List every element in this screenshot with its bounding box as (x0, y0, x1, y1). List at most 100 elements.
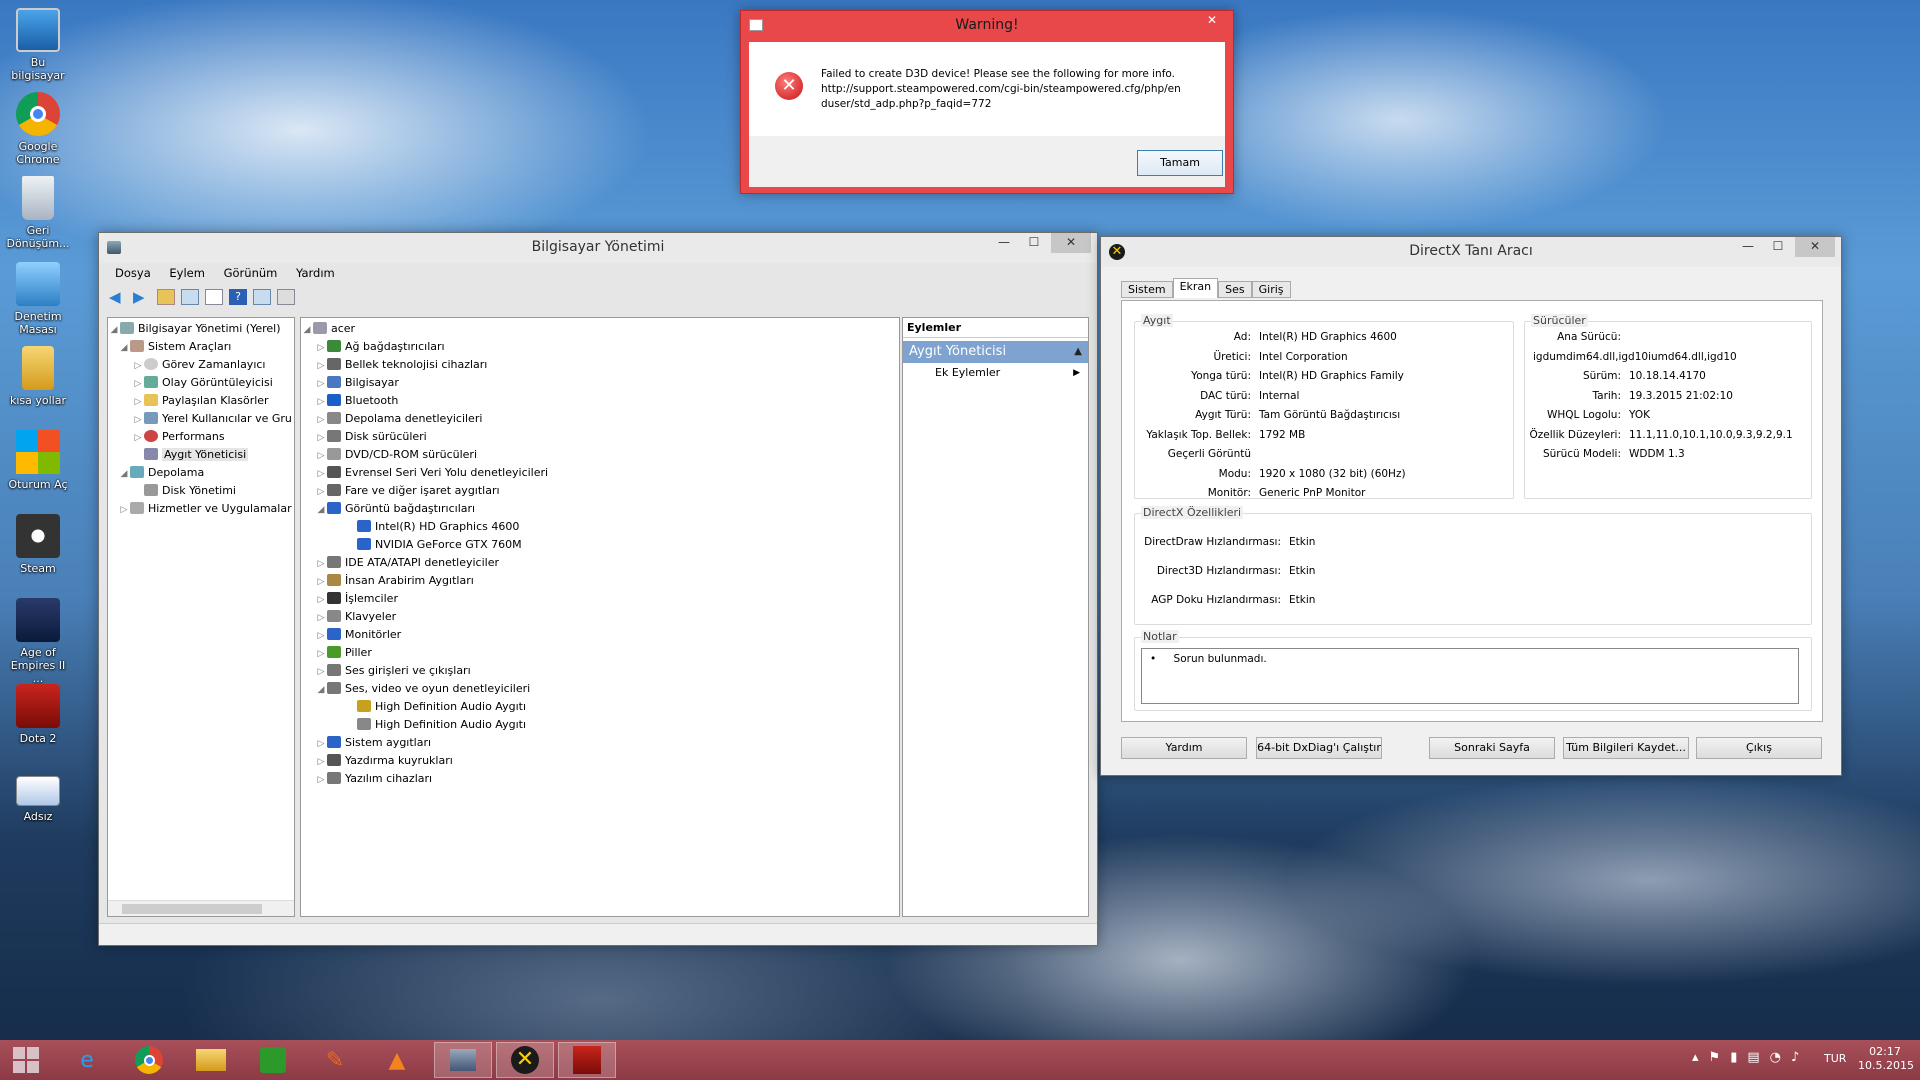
tree-item-storage[interactable]: ◢ Depolama (108, 464, 294, 482)
close-button[interactable]: ✕ (1197, 11, 1227, 31)
notes-box[interactable]: • Sorun bulunmadı. (1141, 648, 1799, 704)
tree-item-services[interactable]: ▷ Hizmetler ve Uygulamalar (108, 500, 294, 518)
network-icon[interactable]: ▤ (1747, 1050, 1759, 1065)
clock[interactable]: 02:17 10.5.2015 (1858, 1045, 1914, 1073)
device-tree-item[interactable]: ▷ Bilgisayar (301, 374, 899, 392)
back-arrow-icon[interactable]: ◀ (109, 289, 127, 305)
expand-arrow-icon[interactable]: ▷ (315, 753, 327, 771)
expand-arrow-icon[interactable]: ▷ (315, 447, 327, 465)
menu-action[interactable]: Eylem (169, 266, 205, 280)
next-page-button[interactable]: Sonraki Sayfa (1429, 737, 1555, 759)
forward-arrow-icon[interactable]: ▶ (133, 289, 151, 305)
expand-arrow-icon[interactable]: ▷ (315, 573, 327, 591)
expand-arrow-icon[interactable]: ▷ (315, 609, 327, 627)
device-tree-item[interactable]: ▷ Ses girişleri ve çıkışları (301, 662, 899, 680)
expand-arrow-icon[interactable]: ▷ (315, 735, 327, 753)
desktop-icon-steam[interactable]: Steam (4, 514, 72, 575)
device-tree-item[interactable]: ▷ Yazdırma kuyrukları (301, 752, 899, 770)
device-tree-item[interactable]: ▷ DVD/CD-ROM sürücüleri (301, 446, 899, 464)
device-tree-item[interactable]: ▷ Evrensel Seri Veri Yolu denetleyicileri (301, 464, 899, 482)
device-tree-item[interactable]: ▷ Disk sürücüleri (301, 428, 899, 446)
volume-icon[interactable]: ♪ (1791, 1050, 1799, 1065)
expand-arrow-icon[interactable]: ▷ (315, 429, 327, 447)
device-tree-item[interactable]: Intel(R) HD Graphics 4600 (301, 518, 899, 536)
expand-arrow-icon[interactable]: ▷ (315, 663, 327, 681)
tree-item-shared-folders[interactable]: ▷ Paylaşılan Klasörler (108, 392, 294, 410)
paint-icon[interactable]: ✎ (312, 1042, 358, 1078)
expand-arrow-icon[interactable]: ▷ (315, 357, 327, 375)
device-tree-item[interactable]: ▷ Depolama denetleyicileri (301, 410, 899, 428)
actions-section-device-manager[interactable]: Aygıt Yöneticisi ▲ (903, 341, 1088, 363)
tree-item-device-manager[interactable]: Aygıt Yöneticisi (108, 446, 294, 464)
device-tree-item[interactable]: ▷ Yazılım cihazları (301, 770, 899, 788)
tab-input[interactable]: Giriş (1251, 281, 1291, 298)
device-tree-item[interactable]: ◢ Ses, video ve oyun denetleyicileri (301, 680, 899, 698)
tree-item-local-users[interactable]: ▷ Yerel Kullanıcılar ve Gru (108, 410, 294, 428)
battery-icon[interactable]: ▮ (1730, 1050, 1737, 1065)
minimize-button[interactable]: — (989, 233, 1019, 253)
dota2-task[interactable] (558, 1042, 616, 1078)
action-pane-icon[interactable] (253, 289, 271, 305)
desktop-icon-recycle-bin[interactable]: Geri Dönüşüm... (4, 176, 72, 250)
expand-arrow-icon[interactable]: ▷ (315, 483, 327, 501)
close-button[interactable]: ✕ (1795, 237, 1835, 257)
up-folder-icon[interactable] (157, 289, 175, 305)
expand-arrow-icon[interactable]: ▷ (315, 627, 327, 645)
desktop-icon-untitled[interactable]: Adsız (4, 768, 72, 823)
tab-display[interactable]: Ekran (1172, 278, 1219, 298)
desktop-icon-office[interactable]: Oturum Aç (4, 430, 72, 491)
menu-view[interactable]: Görünüm (224, 266, 278, 280)
vlc-icon[interactable]: ▲ (374, 1042, 420, 1078)
expand-arrow-icon[interactable]: ▷ (315, 465, 327, 483)
expand-arrow-icon[interactable]: ▷ (315, 591, 327, 609)
file-explorer-icon[interactable] (188, 1042, 234, 1078)
run-64bit-dxdiag-button[interactable]: 64-bit DxDiag'ı Çalıştır (1256, 737, 1382, 759)
chrome-taskbar-icon[interactable] (126, 1042, 172, 1078)
device-tree-item[interactable]: ▷ Monitörler (301, 626, 899, 644)
desktop-icon-dota2[interactable]: Dota 2 (4, 684, 72, 745)
device-root[interactable]: ◢ acer (301, 320, 899, 338)
scrollbar-thumb[interactable] (122, 904, 262, 914)
internet-explorer-icon[interactable]: e (64, 1042, 110, 1078)
tree-item-performance[interactable]: ▷ Performans (108, 428, 294, 446)
save-all-info-button[interactable]: Tüm Bilgileri Kaydet... (1563, 737, 1689, 759)
menu-file[interactable]: Dosya (115, 266, 151, 280)
device-tree-item[interactable]: ▷ Bluetooth (301, 392, 899, 410)
help-button[interactable]: Yardım (1121, 737, 1247, 759)
device-tree-item[interactable]: ▷ IDE ATA/ATAPI denetleyiciler (301, 554, 899, 572)
tree-item-system-tools[interactable]: ◢ Sistem Araçları (108, 338, 294, 356)
show-hide-tree-icon[interactable] (181, 289, 199, 305)
expand-arrow-icon[interactable]: ▷ (315, 375, 327, 393)
tree-item-task-scheduler[interactable]: ▷ Görev Zamanlayıcı (108, 356, 294, 374)
exit-button[interactable]: Çıkış (1696, 737, 1822, 759)
store-icon[interactable] (250, 1042, 296, 1078)
collapse-arrow-icon[interactable]: ▲ (1074, 341, 1082, 363)
menu-help[interactable]: Yardım (296, 266, 335, 280)
monitor-icon[interactable] (277, 289, 295, 305)
device-tree-item[interactable]: High Definition Audio Aygıtı (301, 698, 899, 716)
expand-arrow-icon[interactable]: ▷ (315, 771, 327, 789)
expand-arrow-icon[interactable]: ▷ (315, 645, 327, 663)
device-tree-item[interactable]: ▷ Piller (301, 644, 899, 662)
input-language[interactable]: TUR (1824, 1052, 1846, 1065)
horizontal-scrollbar[interactable] (108, 900, 294, 916)
device-tree-item[interactable]: NVIDIA GeForce GTX 760M (301, 536, 899, 554)
expand-arrow-icon[interactable]: ▷ (315, 393, 327, 411)
device-tree-item[interactable]: ▷ Sistem aygıtları (301, 734, 899, 752)
expand-arrow-icon[interactable]: ▷ (315, 411, 327, 429)
device-tree-item[interactable]: ▷ Bellek teknolojisi cihazları (301, 356, 899, 374)
desktop-icon-chrome[interactable]: Google Chrome (4, 92, 72, 166)
action-center-flag-icon[interactable]: ⚑ (1709, 1050, 1721, 1065)
dxdiag-task[interactable]: ✕ (496, 1042, 554, 1078)
computer-management-task[interactable] (434, 1042, 492, 1078)
tab-sound[interactable]: Ses (1218, 281, 1252, 298)
start-button[interactable] (2, 1042, 50, 1078)
properties-icon[interactable] (205, 289, 223, 305)
collapse-arrow-icon[interactable]: ◢ (315, 681, 327, 699)
desktop-icon-age-of-empires[interactable]: Age of Empires II ... (4, 598, 72, 685)
minimize-button[interactable]: — (1733, 237, 1763, 257)
device-tree-item[interactable]: ▷ Ağ bağdaştırıcıları (301, 338, 899, 356)
device-tree-item[interactable]: High Definition Audio Aygıtı (301, 716, 899, 734)
expand-arrow-icon[interactable]: ▷ (315, 555, 327, 573)
wifi-icon[interactable]: ◔ (1770, 1050, 1781, 1065)
